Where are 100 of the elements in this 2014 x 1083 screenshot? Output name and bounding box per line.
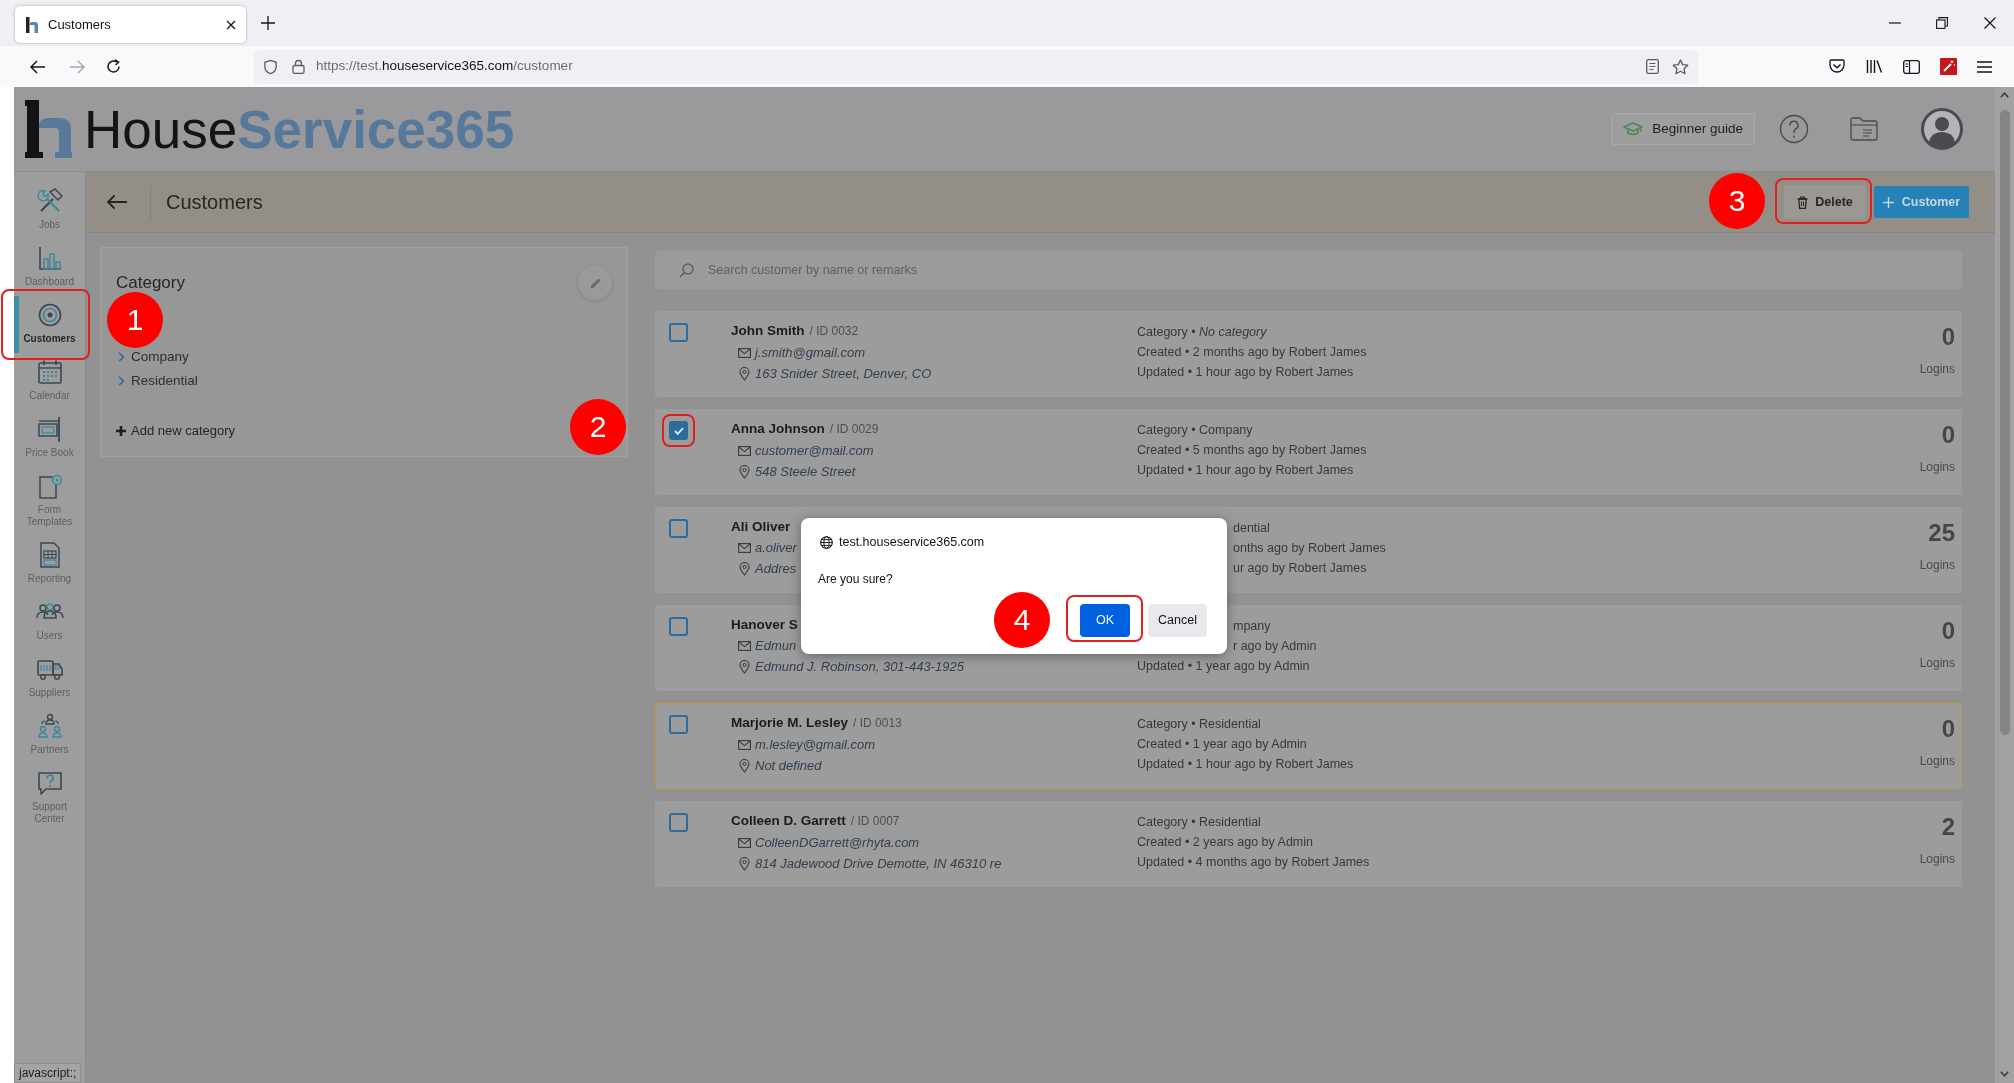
graduation-cap-icon — [1623, 122, 1644, 136]
customer-email[interactable]: m.lesley@gmail.com — [755, 734, 876, 755]
customer-address: Edmund J. Robinson, 301-443-1925 — [755, 658, 964, 676]
login-label: Logins — [1919, 361, 1955, 377]
sidebar-item[interactable]: Jobs — [14, 182, 85, 239]
sidebar-item[interactable]: Calendar — [14, 353, 85, 410]
login-label: Logins — [1919, 557, 1955, 573]
login-count: 2 — [1941, 813, 1955, 841]
sidebar-item[interactable]: Support Center — [14, 764, 85, 833]
category-item[interactable]: Company — [116, 348, 189, 366]
customer-email[interactable]: Edmun — [755, 635, 797, 656]
scroll-down-icon[interactable] — [2000, 1071, 2009, 1077]
location-pin-icon — [739, 659, 750, 674]
customer-card[interactable]: Colleen D. Garrett / ID 0007 ColleenDGarrett@rhyta.com 814 Jadewood Drive Demotte, IN 46310 re Category • Residential Created • 2 years ago by Admin Updated • 4 months ago by Robert James 2 Logins — [655, 801, 1962, 887]
created-text: onths ago by Robert James — [1233, 540, 1386, 557]
sidebar-item[interactable]: Suppliers — [14, 650, 85, 707]
customer-card[interactable]: Marjorie M. Lesley / ID 0013 m.lesley@gmail.com Not defined Category • Residential Created • 1 year ago by Admin Updated • 1 hour ago by Robert James 0 Logins — [655, 703, 1962, 789]
help-icon[interactable] — [1779, 114, 1809, 144]
checkbox[interactable] — [669, 813, 688, 832]
category-text: Category • No category — [1137, 324, 1267, 341]
ok-button[interactable]: OK — [1080, 604, 1130, 637]
magic-wand-icon[interactable] — [1940, 58, 1957, 75]
dialog-message: Are you sure? — [818, 571, 893, 587]
customer-address: Addres — [755, 560, 797, 578]
sidebar-item[interactable]: Users — [14, 593, 85, 650]
step-badge: 3 — [1709, 173, 1765, 229]
created-text: Created • 1 year ago by Admin — [1137, 736, 1307, 753]
sidebar-icon[interactable] — [1903, 59, 1920, 74]
envelope-icon — [738, 347, 751, 358]
sidebar-item[interactable]: Form Templates — [14, 467, 85, 536]
customer-id: / ID 0032 — [809, 323, 859, 340]
folder-icon[interactable] — [1850, 117, 1878, 141]
plus-icon — [116, 426, 126, 436]
updated-text: ur ago by Robert James — [1233, 560, 1367, 577]
category-item[interactable]: Residential — [116, 372, 198, 390]
customer-address: 163 Snider Street, Denver, CO — [755, 365, 932, 383]
customer-email[interactable]: customer@mail.com — [755, 440, 874, 461]
location-pin-icon — [739, 561, 750, 576]
scroll-up-icon[interactable] — [2000, 92, 2009, 98]
close-window-icon[interactable] — [1984, 17, 1996, 29]
envelope-icon — [738, 837, 751, 848]
envelope-icon — [738, 739, 751, 750]
calendar-icon — [35, 359, 64, 385]
highlight-frame — [662, 414, 695, 447]
customer-id: / ID 0029 — [829, 421, 879, 438]
sidebar-item[interactable]: Price Book — [14, 410, 85, 467]
created-text: Created • 2 months ago by Robert James — [1137, 344, 1367, 361]
login-count: 0 — [1941, 617, 1955, 645]
tools-icon — [35, 188, 64, 214]
checkbox[interactable] — [669, 617, 688, 636]
add-customer-button[interactable]: Customer — [1874, 186, 1969, 218]
add-category-link[interactable]: Add new category — [116, 422, 236, 440]
category-text: dential — [1233, 520, 1270, 537]
customer-email[interactable]: j.smith@gmail.com — [755, 342, 865, 363]
checkbox[interactable] — [669, 519, 688, 538]
reload-icon[interactable] — [106, 59, 121, 74]
search-field[interactable]: Search customer by name or remarks — [655, 251, 1962, 289]
address-bar[interactable]: https://test.houseservice365.com/customer — [254, 49, 1698, 84]
browser-tab[interactable]: Customers — [15, 6, 246, 43]
lock-icon[interactable] — [292, 59, 305, 74]
cancel-button[interactable]: Cancel — [1148, 604, 1207, 637]
library-icon[interactable] — [1866, 59, 1883, 74]
customer-address: 548 Steele Street — [755, 463, 856, 481]
customer-name: Hanover S — [731, 616, 798, 634]
location-pin-icon — [739, 856, 750, 871]
shield-icon[interactable] — [263, 58, 278, 75]
customer-card[interactable]: John Smith / ID 0032 j.smith@gmail.com 163 Snider Street, Denver, CO Category • No category Created • 2 months ago by Robert James Updated • 1 hour ago by Robert James 0 Logins — [655, 311, 1962, 397]
delete-button[interactable]: Delete — [1784, 185, 1866, 219]
back-arrow-icon[interactable] — [106, 194, 128, 210]
login-label: Logins — [1919, 753, 1955, 769]
user-avatar-icon[interactable] — [1921, 108, 1963, 150]
help-bubble-icon — [35, 770, 64, 796]
logo-text: HouseService365 — [84, 102, 515, 156]
restore-icon[interactable] — [1936, 17, 1948, 29]
checkbox[interactable] — [669, 323, 688, 342]
checkbox[interactable] — [669, 421, 688, 440]
sidebar-item[interactable]: Dashboard — [14, 239, 85, 296]
envelope-icon — [738, 445, 751, 456]
back-icon[interactable] — [30, 59, 46, 74]
sidebar-item[interactable]: Partners — [14, 707, 85, 764]
checkbox[interactable] — [669, 715, 688, 734]
sidebar-item[interactable]: Reporting — [14, 536, 85, 593]
customer-name: Anna Johnson — [731, 420, 825, 438]
close-icon[interactable] — [226, 19, 236, 30]
reader-view-icon[interactable] — [1646, 59, 1659, 74]
customer-email[interactable]: ColleenDGarrett@rhyta.com — [755, 832, 920, 853]
url-text[interactable]: https://test.houseservice365.com/customer — [316, 56, 573, 77]
pocket-icon[interactable] — [1829, 59, 1845, 74]
step-badge: 4 — [994, 592, 1050, 648]
customer-address: Not defined — [755, 757, 822, 775]
menu-icon[interactable] — [1977, 60, 1992, 73]
envelope-icon — [738, 640, 751, 651]
scrollbar-thumb[interactable] — [1999, 110, 2010, 735]
star-icon[interactable] — [1672, 58, 1689, 75]
customer-email[interactable]: a.oliver — [755, 537, 797, 558]
new-tab-icon[interactable] — [261, 16, 275, 30]
customer-name: Ali Oliver — [731, 518, 791, 536]
beginner-guide-button[interactable]: Beginner guide — [1611, 113, 1755, 145]
category-text: mpany — [1233, 618, 1271, 635]
login-count: 0 — [1941, 421, 1955, 449]
